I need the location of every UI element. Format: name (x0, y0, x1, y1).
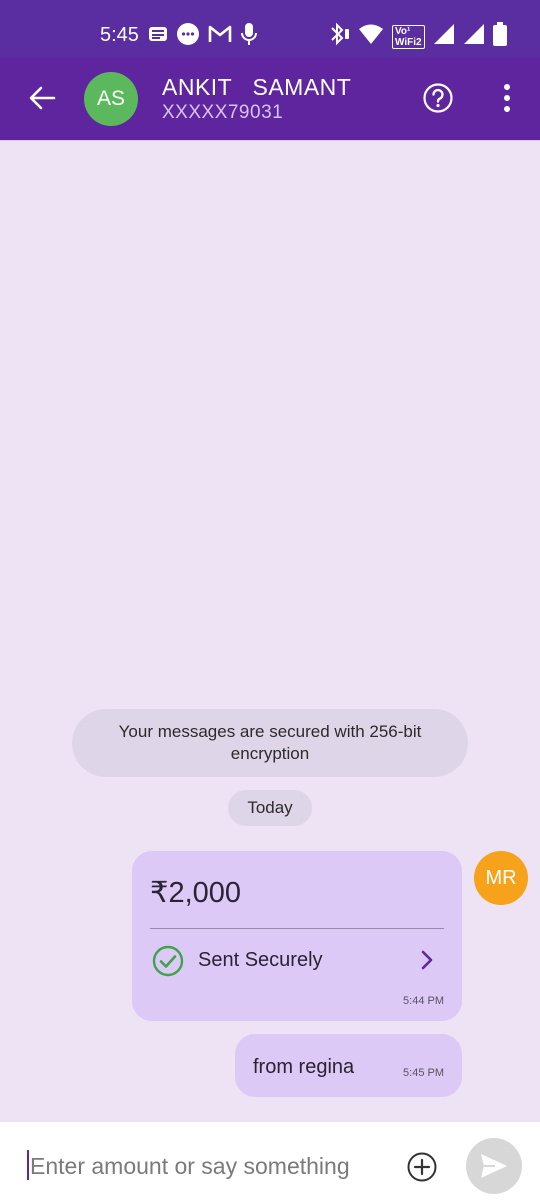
back-button[interactable] (24, 80, 60, 116)
contact-number: XXXXX79031 (162, 102, 284, 123)
status-time: 5:45 (100, 24, 139, 46)
help-icon (423, 83, 453, 113)
check-circle-icon (152, 945, 184, 977)
divider (150, 928, 444, 929)
message-input[interactable] (28, 1148, 382, 1184)
encryption-notice: Your messages are secured with 256-bit e… (72, 709, 468, 777)
wifi-label: WiFi2 (395, 36, 422, 48)
date-separator: Today (228, 790, 312, 826)
send-icon (481, 1154, 507, 1178)
sender-initials: MR (485, 866, 517, 889)
message-bubble[interactable]: from regina 5:45 PM (235, 1034, 462, 1097)
status-bar: 5:45 Vo¹ WiFi2 (0, 0, 540, 60)
message-time: 5:45 PM (403, 1067, 444, 1079)
composer-bar (0, 1122, 540, 1200)
send-button[interactable] (466, 1138, 522, 1194)
contact-avatar[interactable]: AS (84, 72, 138, 126)
payment-time: 5:44 PM (403, 995, 444, 1007)
signal-icon (433, 23, 455, 50)
more-options-button[interactable] (494, 82, 520, 114)
payment-card[interactable]: ₹2,000 Sent Securely 5:44 PM (132, 851, 462, 1021)
plus-circle-icon (407, 1152, 437, 1182)
signal-icon (463, 23, 485, 50)
back-arrow-icon (29, 86, 56, 110)
attach-button[interactable] (406, 1151, 438, 1183)
payment-amount: ₹2,000 (150, 877, 242, 909)
status-left-icons (148, 22, 258, 51)
wifi-icon (358, 23, 384, 50)
gmail-icon (208, 24, 232, 49)
vowifi-icon: Vo¹ WiFi2 (392, 24, 425, 49)
bluetooth-icon (328, 22, 350, 51)
volte-label: Vo¹ (395, 25, 411, 37)
battery-icon (492, 22, 507, 51)
status-right-icons: Vo¹ WiFi2 (328, 22, 507, 51)
chevron-right-icon[interactable] (418, 949, 436, 971)
mic-icon (240, 22, 258, 51)
contact-name[interactable]: ANKIT SAMANT (162, 74, 351, 101)
payment-status: Sent Securely (198, 949, 323, 971)
notes-icon (148, 24, 168, 49)
messages-icon (176, 22, 200, 51)
more-vertical-icon (504, 84, 510, 112)
message-text: from regina (253, 1056, 355, 1078)
help-button[interactable] (423, 83, 453, 113)
contact-initials: AS (96, 87, 125, 110)
chat-header: AS ANKIT SAMANT XXXXX79031 (0, 58, 540, 140)
sender-avatar: MR (474, 851, 528, 905)
